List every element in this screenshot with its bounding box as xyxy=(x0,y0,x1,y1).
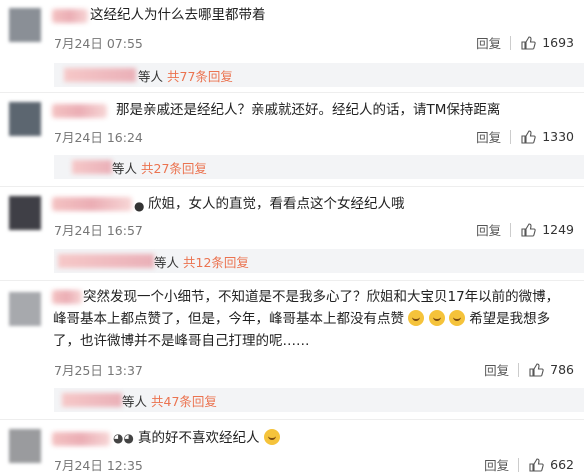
comment-text: 真的好不喜欢经纪人 xyxy=(138,427,566,449)
sub-reply-summary[interactable]: 等人 共12条回复 xyxy=(154,252,249,271)
sub-reply-count-link[interactable]: 共77条回复 xyxy=(167,69,233,84)
sub-reply-summary[interactable]: 等人 共47条回复 xyxy=(122,391,217,410)
divider xyxy=(510,129,512,144)
comment-text: 这经纪人为什么去哪里都带着 xyxy=(90,7,266,23)
avatar[interactable] xyxy=(9,292,41,326)
sub-reply-summary[interactable]: 等人 共27条回复 xyxy=(112,158,207,177)
smile-emoji-icon xyxy=(448,310,465,326)
like-count: 786 xyxy=(550,362,574,377)
sub-reply-box[interactable]: 等人 共47条回复 xyxy=(54,388,584,412)
comment-date: 7月25日 13:37 xyxy=(54,363,143,378)
avatar[interactable] xyxy=(9,196,41,230)
sub-reply-count-link[interactable]: 共27条回复 xyxy=(141,161,207,176)
thumbs-up-icon[interactable] xyxy=(528,457,544,473)
divider xyxy=(510,222,512,237)
sub-reply-prefix: 等人 xyxy=(122,394,148,409)
like-count: 1249 xyxy=(542,222,574,237)
sub-reply-summary[interactable]: 等人 共77条回复 xyxy=(138,66,233,85)
username-blurred[interactable] xyxy=(52,104,107,118)
divider xyxy=(518,362,520,377)
divider xyxy=(0,280,584,281)
sub-reply-box[interactable]: 等人 共12条回复 xyxy=(54,249,584,273)
reply-button[interactable]: 回复 xyxy=(476,127,501,146)
comment-actions: 回复 786 xyxy=(484,360,574,379)
comment-actions: 回复 1249 xyxy=(476,220,574,239)
like-count: 1693 xyxy=(542,35,574,50)
thumbs-up-icon[interactable] xyxy=(520,35,536,51)
avatar[interactable] xyxy=(9,102,41,136)
avatar[interactable] xyxy=(9,8,41,42)
comment-text: 突然发现一个小细节，不知道是不是我多心了？欣姐和大宝贝17年以前的微博，峰哥基本… xyxy=(53,286,566,352)
comment-actions: 回复 662 xyxy=(484,455,574,474)
comment-actions: 回复 1693 xyxy=(476,33,574,52)
divider xyxy=(518,457,520,472)
sub-reply-box[interactable]: 等人 共27条回复 xyxy=(54,155,584,179)
username-blurred[interactable] xyxy=(52,9,88,23)
sub-reply-count-link[interactable]: 共47条回复 xyxy=(151,394,217,409)
divider xyxy=(510,35,512,50)
username-blurred[interactable] xyxy=(52,432,110,446)
panda-icon: ● xyxy=(134,199,145,213)
sub-reply-prefix: 等人 xyxy=(138,69,164,84)
comment-date: 7月24日 12:35 xyxy=(54,458,143,473)
sub-reply-users-blurred xyxy=(62,393,122,407)
comment-date: 7月24日 16:24 xyxy=(54,130,143,145)
thumbs-up-icon[interactable] xyxy=(520,129,536,145)
reply-button[interactable]: 回复 xyxy=(484,455,509,474)
comment-text: 欣姐，女人的直觉，看看点这个女经纪人哦 xyxy=(148,196,405,212)
comment-text-part: 真的好不喜欢经纪人 xyxy=(138,430,260,446)
reply-button[interactable]: 回复 xyxy=(476,33,501,52)
divider xyxy=(0,419,584,420)
panda-icon: ◕◕ xyxy=(113,431,134,445)
sub-reply-users-blurred xyxy=(72,160,112,174)
thumbs-up-icon[interactable] xyxy=(520,222,536,238)
smile-emoji-icon xyxy=(428,310,445,326)
reply-button[interactable]: 回复 xyxy=(476,220,501,239)
reply-button[interactable]: 回复 xyxy=(484,360,509,379)
smile-emoji-icon xyxy=(408,310,425,326)
comment-text: 那是亲戚还是经纪人？亲戚就还好。经纪人的话，请TM保持距离 xyxy=(116,102,501,118)
sub-reply-users-blurred xyxy=(58,254,154,268)
avatar[interactable] xyxy=(9,429,41,463)
comment-date: 7月24日 16:57 xyxy=(54,223,143,238)
sub-reply-users-blurred xyxy=(64,68,136,82)
like-count: 662 xyxy=(550,457,574,472)
comment-actions: 回复 1330 xyxy=(476,127,574,146)
divider xyxy=(0,92,584,93)
sub-reply-prefix: 等人 xyxy=(154,255,180,270)
username-blurred[interactable] xyxy=(52,197,132,211)
sub-reply-prefix: 等人 xyxy=(112,161,138,176)
comment-date: 7月24日 07:55 xyxy=(54,36,143,51)
smile-emoji-icon xyxy=(263,429,280,445)
divider xyxy=(0,186,584,187)
thumbs-up-icon[interactable] xyxy=(528,362,544,378)
like-count: 1330 xyxy=(542,129,574,144)
sub-reply-box[interactable]: 等人 共77条回复 xyxy=(54,63,584,87)
sub-reply-count-link[interactable]: 共12条回复 xyxy=(183,255,249,270)
